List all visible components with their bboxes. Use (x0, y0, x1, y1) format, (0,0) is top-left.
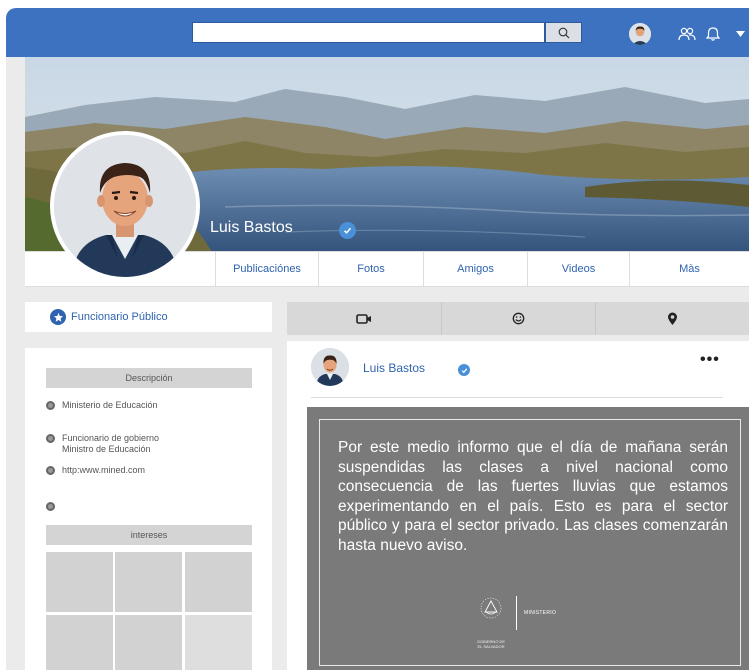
interest-tile[interactable] (115, 552, 182, 612)
check-icon (343, 227, 352, 234)
post-image[interactable]: Por este medio informo que el día de mañ… (307, 407, 749, 670)
bell-icon[interactable] (703, 25, 723, 43)
profile-name: Luis Bastos (210, 219, 293, 236)
verified-badge (458, 364, 470, 376)
role-box: Funcionario Público (25, 302, 272, 332)
bullet-icon (46, 502, 55, 511)
post-options-button[interactable]: ••• (700, 351, 720, 369)
role-label: Funcionario Público (71, 311, 168, 323)
interest-tile[interactable] (46, 615, 113, 670)
feeling-button[interactable] (441, 302, 595, 335)
tab-fotos[interactable]: Fotos (318, 252, 423, 286)
top-bar (6, 8, 749, 57)
post-tools-bar (287, 302, 749, 335)
bullet-icon (46, 401, 55, 410)
ministry-label: MINISTERIO (524, 610, 557, 616)
location-button[interactable] (595, 302, 749, 335)
tab-videos[interactable]: Videos (527, 252, 629, 286)
ministry-logo: MINISTERIO (466, 588, 576, 638)
user-avatar[interactable] (629, 23, 651, 45)
about-panel: Descripción Ministerio de Educación Func… (25, 348, 272, 670)
verified-badge (339, 222, 356, 239)
interests-header: intereses (46, 525, 252, 545)
profile-avatar[interactable] (50, 131, 200, 281)
info-item-role: Funcionario de gobierno Ministro de Educ… (46, 433, 159, 455)
smiley-icon (512, 312, 525, 325)
post-image-frame: Por este medio informo que el día de mañ… (319, 419, 741, 666)
interest-tile[interactable] (115, 615, 182, 670)
search-button[interactable] (545, 22, 582, 43)
interest-tile[interactable] (185, 615, 252, 670)
bullet-icon (46, 434, 55, 443)
caret-down-icon[interactable] (733, 25, 747, 43)
info-item-website[interactable]: http:www.mined.com (46, 465, 145, 476)
tab-amigos[interactable]: Amigos (423, 252, 527, 286)
post-card: Luis Bastos ••• Por este medio informo q… (287, 341, 749, 670)
government-label: GOBIERNO DE EL SALVADOR (476, 639, 506, 649)
post-author-avatar[interactable] (311, 348, 349, 386)
location-pin-icon (668, 312, 677, 325)
friends-icon[interactable] (677, 25, 697, 43)
post-author-name[interactable]: Luis Bastos (363, 361, 425, 375)
video-button[interactable] (287, 302, 441, 335)
interest-tile[interactable] (46, 552, 113, 612)
check-icon (461, 367, 467, 373)
post-text: Por este medio informo que el día de mañ… (338, 439, 728, 554)
info-item-empty (46, 501, 62, 511)
video-camera-icon (356, 313, 371, 324)
logo-divider (516, 596, 517, 630)
tab-mas[interactable]: Màs (629, 252, 749, 286)
app-frame: Luis Bastos Publicaciónes Fotos Amigos V… (6, 8, 749, 670)
divider (311, 397, 723, 398)
star-icon (50, 309, 66, 325)
tab-publicaciones[interactable]: Publicaciónes (215, 252, 318, 286)
description-header: Descripción (46, 368, 252, 388)
info-item-ministry: Ministerio de Educación (46, 400, 158, 411)
search-icon (558, 27, 569, 38)
interest-tile[interactable] (185, 552, 252, 612)
search-input[interactable] (192, 22, 545, 43)
coat-of-arms-icon (480, 597, 502, 619)
bullet-icon (46, 466, 55, 475)
